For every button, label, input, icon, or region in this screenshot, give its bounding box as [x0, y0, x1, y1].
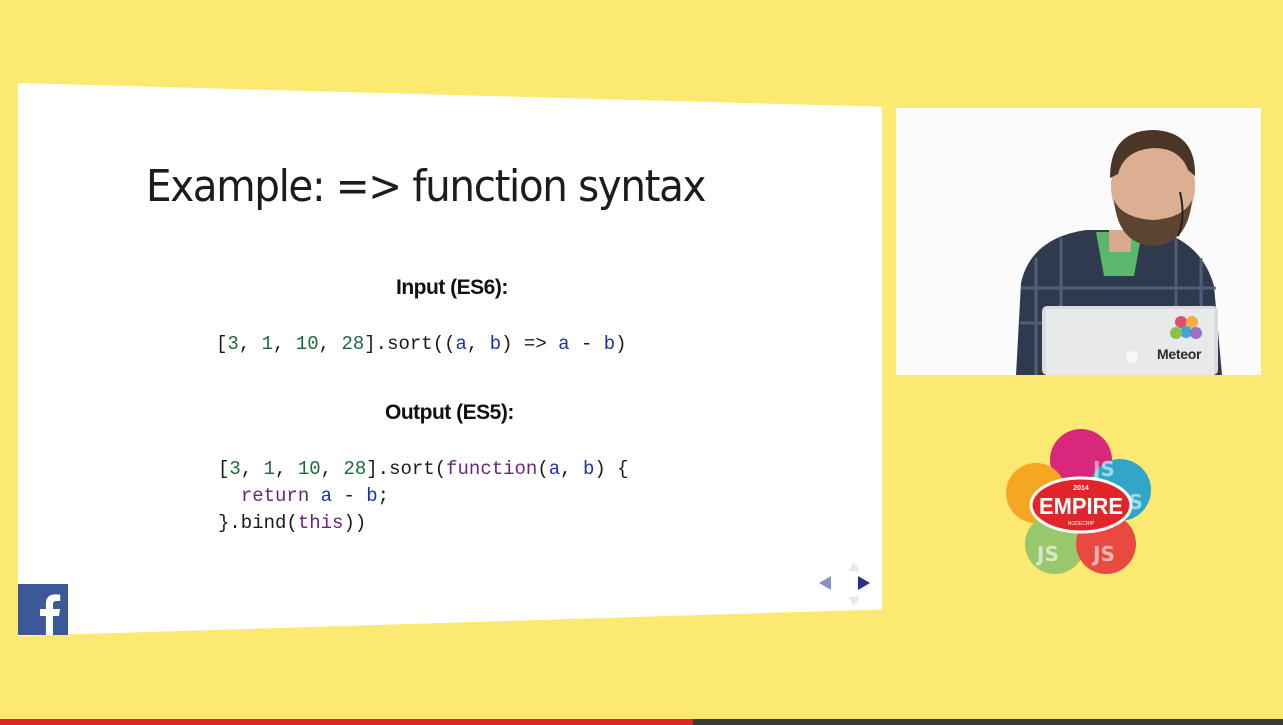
output-token: 10	[297, 458, 321, 480]
arrow-right-icon[interactable]	[858, 576, 870, 590]
speaker-video: Meteor	[896, 108, 1261, 375]
facebook-icon	[18, 584, 68, 635]
input-token: 28	[341, 333, 365, 355]
input-token: ,	[273, 333, 296, 355]
output-token: b	[366, 485, 378, 507]
output-token: this	[297, 512, 344, 534]
output-token: b	[582, 458, 595, 480]
empire-js-logo: JS JS JS JS 2014 EMPIRE NODECRIP	[1006, 429, 1151, 574]
slide-navigation	[819, 562, 870, 606]
input-token: ,	[238, 333, 262, 355]
petal-text-top: JS	[1091, 457, 1115, 481]
logo-year: 2014	[1073, 485, 1089, 492]
input-token: ,	[318, 333, 342, 355]
input-token: ].sort((	[364, 333, 456, 355]
output-token: ,	[320, 458, 344, 480]
arrow-up-icon[interactable]	[848, 562, 860, 571]
logo-subtitle: NODECRIP	[1068, 521, 1095, 527]
input-label: Input (ES6):	[396, 276, 508, 299]
output-token: ].sort(	[366, 458, 447, 480]
input-token: 3	[227, 333, 239, 355]
output-code-block: [3, 1, 10, 28].sort(function(a, b) { ret…	[218, 456, 629, 537]
output-token: 3	[229, 458, 241, 480]
input-token: b	[603, 333, 616, 355]
input-token: )	[615, 333, 627, 355]
input-token: ) =>	[501, 333, 559, 355]
slide-title: Example: => function syntax	[146, 161, 707, 212]
input-token: a	[455, 333, 467, 355]
arrow-down-icon[interactable]	[848, 597, 860, 606]
output-label: Output (ES5):	[385, 401, 514, 424]
input-token: b	[489, 333, 502, 355]
output-token: (	[537, 458, 549, 480]
output-token: function	[446, 458, 538, 480]
logo-name: EMPIRE	[1039, 493, 1123, 519]
arrow-left-icon[interactable]	[819, 576, 831, 590]
video-progress-bar[interactable]	[0, 719, 1283, 725]
output-token	[309, 485, 320, 507]
output-token: a	[548, 458, 561, 480]
output-token: a	[320, 485, 333, 507]
speaker-image	[896, 108, 1261, 375]
input-token: ,	[466, 333, 490, 355]
input-token: 10	[295, 333, 319, 355]
input-code-block: [3, 1, 10, 28].sort((a, b) => a - b)	[216, 331, 627, 358]
input-token: 1	[261, 333, 274, 355]
input-token: [	[216, 333, 228, 355]
output-token: ,	[240, 458, 264, 480]
output-token: -	[332, 485, 367, 507]
output-token: 28	[343, 458, 367, 480]
meteor-label: Meteor	[1157, 346, 1202, 362]
petal-text-bottom-right: JS	[1091, 542, 1115, 566]
output-token: ))	[343, 512, 367, 534]
petal-text-bottom-left: JS	[1035, 542, 1059, 566]
output-token: [	[218, 458, 230, 480]
presentation-slide: Example: => function syntax Input (ES6):…	[18, 83, 882, 636]
input-token: -	[569, 333, 604, 355]
output-token: ,	[275, 458, 298, 480]
input-token: a	[558, 333, 570, 355]
output-token: 1	[263, 458, 276, 480]
output-token: return	[240, 485, 310, 507]
output-token: ,	[560, 458, 583, 480]
video-progress-fill	[0, 719, 693, 725]
